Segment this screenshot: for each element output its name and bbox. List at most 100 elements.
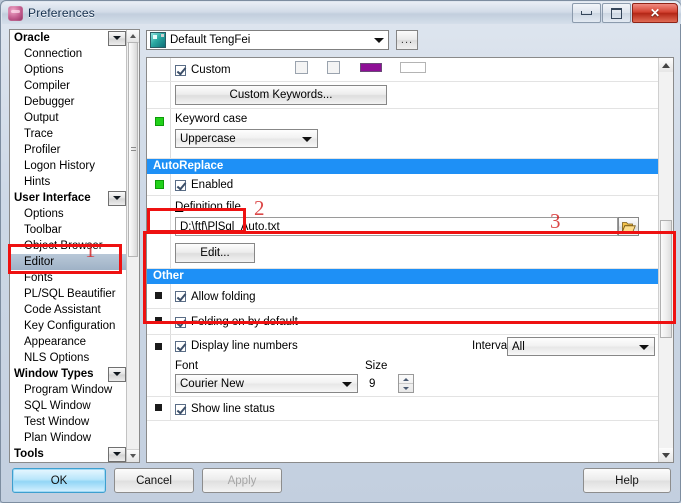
- show-line-status-checkbox[interactable]: [175, 403, 186, 415]
- chevron-down-icon[interactable]: [108, 190, 126, 206]
- row-divider: [170, 335, 171, 396]
- size-label: Size: [365, 360, 388, 372]
- sidebar-group-tools[interactable]: Tools: [10, 446, 128, 462]
- chevron-down-icon[interactable]: [108, 30, 126, 46]
- options-scroll-thumb[interactable]: [660, 220, 672, 338]
- sidebar-item-logon-history[interactable]: Logon History: [10, 158, 128, 174]
- stepper-up-icon[interactable]: [399, 375, 413, 384]
- help-button[interactable]: Help: [583, 468, 671, 493]
- chevron-down-icon[interactable]: [342, 381, 352, 387]
- close-button[interactable]: ✕: [632, 3, 678, 23]
- font-value: Courier New: [180, 377, 244, 390]
- sidebar-item-trace[interactable]: Trace: [10, 126, 128, 142]
- section-header-autoreplace: AutoReplace: [147, 159, 660, 174]
- sidebar-item-connection[interactable]: Connection: [10, 46, 128, 62]
- scroll-down-icon[interactable]: [659, 448, 673, 462]
- size-stepper[interactable]: [398, 374, 414, 393]
- category-list: Oracle Connection Options Compiler Debug…: [10, 30, 128, 462]
- sidebar-item-editor[interactable]: Editor: [10, 254, 128, 270]
- sidebar-item-code-assistant[interactable]: Code Assistant: [10, 302, 128, 318]
- stepper-down-icon[interactable]: [399, 384, 413, 392]
- allow-folding-checkbox[interactable]: [175, 291, 186, 302]
- preferences-category-tree[interactable]: Oracle Connection Options Compiler Debug…: [9, 29, 140, 463]
- sidebar-group-window-types[interactable]: Window Types: [10, 366, 128, 382]
- profile-icon: [150, 32, 166, 48]
- sidebar-scroll-thumb[interactable]: [128, 42, 138, 257]
- custom-foreground-color-swatch[interactable]: [360, 63, 382, 72]
- profile-more-button[interactable]: ...: [396, 30, 418, 50]
- definition-file-value: D:\ftf\PlSql_Auto.txt: [180, 220, 280, 233]
- sidebar-item-hints[interactable]: Hints: [10, 174, 128, 190]
- sidebar-item-key-configuration[interactable]: Key Configuration: [10, 318, 128, 334]
- sidebar-item-plan-window[interactable]: Plan Window: [10, 430, 128, 446]
- sidebar-item-object-browser[interactable]: Object Browser: [10, 238, 128, 254]
- keyword-case-combobox[interactable]: Uppercase: [175, 129, 318, 148]
- font-combobox[interactable]: Courier New: [175, 374, 358, 393]
- chevron-down-icon[interactable]: [374, 38, 384, 43]
- chevron-down-icon[interactable]: [108, 366, 126, 382]
- definition-file-browse-button[interactable]: [618, 217, 639, 236]
- size-input[interactable]: 9: [365, 374, 398, 393]
- sidebar-item-plsql-beautifier[interactable]: PL/SQL Beautifier: [10, 286, 128, 302]
- chevron-down-icon[interactable]: [108, 446, 126, 462]
- close-icon: ✕: [649, 6, 661, 20]
- chevron-down-icon[interactable]: [302, 136, 312, 142]
- window-title: Preferences: [28, 6, 95, 20]
- scroll-down-icon[interactable]: [127, 449, 139, 462]
- sidebar-scrollbar[interactable]: [126, 30, 139, 462]
- sidebar-item-options[interactable]: Options: [10, 62, 128, 78]
- chevron-down-icon[interactable]: [639, 344, 649, 350]
- definition-file-label: Definition file: [175, 201, 241, 213]
- option-row-show-line-status: Show line status: [147, 397, 660, 421]
- ok-button[interactable]: OK: [12, 468, 106, 493]
- interval-combobox[interactable]: All: [507, 337, 655, 356]
- maximize-button[interactable]: [602, 3, 631, 23]
- sidebar-group-user-interface[interactable]: User Interface: [10, 190, 128, 206]
- sidebar-group-oracle[interactable]: Oracle: [10, 30, 128, 46]
- options-scrollbar[interactable]: [658, 58, 673, 462]
- row-divider: [170, 82, 171, 108]
- window-controls: ✕: [571, 3, 678, 23]
- option-row-definition-file: Definition file D:\ftf\PlSql_Auto.txt Ed…: [147, 196, 660, 269]
- sidebar-item-nls-options[interactable]: NLS Options: [10, 350, 128, 366]
- sidebar-item-appearance[interactable]: Appearance: [10, 334, 128, 350]
- display-line-numbers-label: Display line numbers: [191, 340, 298, 352]
- sidebar-item-test-window[interactable]: Test Window: [10, 414, 128, 430]
- sidebar-item-output[interactable]: Output: [10, 110, 128, 126]
- minimize-button[interactable]: [572, 3, 601, 23]
- sidebar-item-sql-window[interactable]: SQL Window: [10, 398, 128, 414]
- row-divider: [170, 309, 171, 334]
- interval-label: Interval: [472, 340, 510, 352]
- autoreplace-edit-button[interactable]: Edit...: [175, 243, 255, 263]
- sidebar-item-compiler[interactable]: Compiler: [10, 78, 128, 94]
- annotation-number-1: 1: [85, 238, 96, 262]
- custom-keywords-button[interactable]: Custom Keywords...: [175, 85, 387, 105]
- preferences-icon: [8, 5, 23, 21]
- custom-checkbox[interactable]: [175, 64, 186, 76]
- folding-default-checkbox[interactable]: [175, 316, 186, 328]
- sidebar-item-profiler[interactable]: Profiler: [10, 142, 128, 158]
- display-line-numbers-checkbox[interactable]: [175, 340, 186, 352]
- profile-combobox[interactable]: Default TengFei: [146, 30, 389, 50]
- cancel-button[interactable]: Cancel: [114, 468, 194, 493]
- sidebar-item-differences[interactable]: Differences: [10, 462, 128, 463]
- sidebar-group-label: Window Types: [14, 368, 94, 380]
- row-divider: [170, 58, 171, 81]
- sidebar-item-ui-options[interactable]: Options: [10, 206, 128, 222]
- profile-value: Default TengFei: [170, 34, 251, 46]
- keyword-case-label: Keyword case: [175, 113, 248, 125]
- sidebar-item-debugger[interactable]: Debugger: [10, 94, 128, 110]
- sidebar-item-toolbar[interactable]: Toolbar: [10, 222, 128, 238]
- title-bar: Preferences ✕: [2, 2, 681, 24]
- custom-background-color-swatch[interactable]: [400, 62, 426, 73]
- row-divider: [170, 397, 171, 420]
- show-line-status-label: Show line status: [191, 403, 275, 415]
- scroll-up-icon[interactable]: [659, 58, 673, 72]
- sidebar-item-fonts[interactable]: Fonts: [10, 270, 128, 286]
- modified-marker: [155, 180, 164, 189]
- autoreplace-enabled-checkbox[interactable]: [175, 179, 186, 191]
- custom-style-box-2[interactable]: [327, 61, 340, 74]
- sidebar-item-program-window[interactable]: Program Window: [10, 382, 128, 398]
- size-value: 9: [369, 377, 376, 390]
- custom-style-box-1[interactable]: [295, 61, 308, 74]
